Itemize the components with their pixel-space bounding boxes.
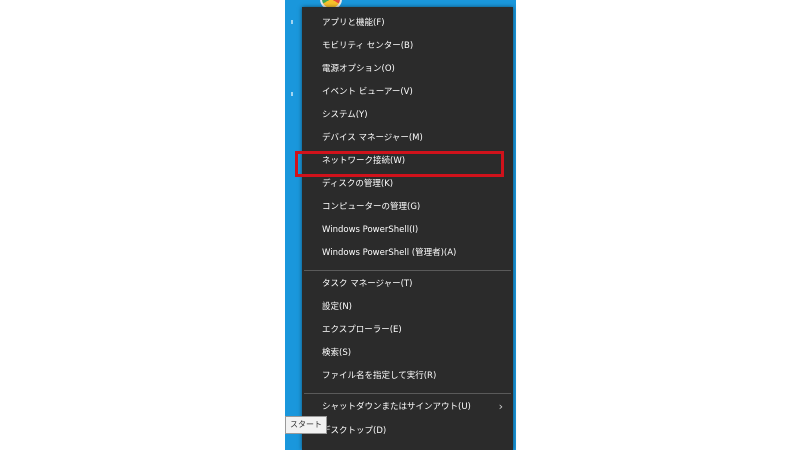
- menu-item-mobility-center[interactable]: モビリティ センター(B): [302, 35, 513, 57]
- menu-item-label: エクスプローラー(E): [322, 325, 402, 335]
- menu-item-label: ディスクの管理(K): [322, 179, 394, 189]
- menu-item-label: Windows PowerShell(I): [322, 225, 419, 235]
- menu-item-label: 検索(S): [322, 348, 352, 358]
- menu-item-device-manager[interactable]: デバイス マネージャー(M): [302, 127, 513, 149]
- menu-item-task-manager[interactable]: タスク マネージャー(T): [302, 273, 513, 295]
- menu-item-label: アプリと機能(F): [322, 18, 385, 28]
- menu-item-label: モビリティ センター(B): [322, 41, 414, 51]
- menu-item-label: タスク マネージャー(T): [322, 279, 413, 289]
- menu-item-shutdown-signout[interactable]: シャットダウンまたはサインアウト(U) ›: [302, 396, 513, 418]
- menu-item-label: シャットダウンまたはサインアウト(U): [322, 402, 471, 412]
- menu-separator: [304, 393, 511, 394]
- menu-item-apps-features[interactable]: アプリと機能(F): [302, 12, 513, 34]
- menu-item-event-viewer[interactable]: イベント ビューアー(V): [302, 81, 513, 103]
- menu-item-label: 電源オプション(O): [322, 64, 395, 74]
- menu-item-disk-management[interactable]: ディスクの管理(K): [302, 173, 513, 195]
- menu-item-explorer[interactable]: エクスプローラー(E): [302, 319, 513, 341]
- menu-item-network-connections[interactable]: ネットワーク接続(W): [302, 150, 513, 172]
- menu-item-powershell-admin[interactable]: Windows PowerShell (管理者)(A): [302, 242, 513, 264]
- desktop-icon-fragment: [291, 20, 293, 24]
- menu-item-search[interactable]: 検索(S): [302, 342, 513, 364]
- menu-item-desktop[interactable]: デスクトップ(D): [302, 420, 513, 442]
- menu-item-label: システム(Y): [322, 110, 368, 120]
- start-tooltip: スタート: [285, 416, 327, 434]
- menu-item-settings[interactable]: 設定(N): [302, 296, 513, 318]
- winx-context-menu: アプリと機能(F) モビリティ センター(B) 電源オプション(O) イベント …: [302, 7, 513, 450]
- menu-item-label: デバイス マネージャー(M): [322, 133, 423, 143]
- menu-item-computer-management[interactable]: コンピューターの管理(G): [302, 196, 513, 218]
- menu-separator: [304, 270, 511, 271]
- menu-item-power-options[interactable]: 電源オプション(O): [302, 58, 513, 80]
- menu-item-label: コンピューターの管理(G): [322, 202, 421, 212]
- menu-item-run[interactable]: ファイル名を指定して実行(R): [302, 365, 513, 387]
- menu-item-label: ファイル名を指定して実行(R): [322, 371, 437, 381]
- menu-item-system[interactable]: システム(Y): [302, 104, 513, 126]
- menu-item-powershell[interactable]: Windows PowerShell(I): [302, 219, 513, 241]
- menu-item-label: ネットワーク接続(W): [322, 156, 406, 166]
- chevron-right-icon: ›: [498, 400, 503, 413]
- desktop-icon-fragment: [291, 92, 293, 96]
- menu-item-label: 設定(N): [322, 302, 352, 312]
- menu-item-label: イベント ビューアー(V): [322, 87, 413, 97]
- menu-item-label: Windows PowerShell (管理者)(A): [322, 248, 457, 258]
- menu-item-label: デスクトップ(D): [322, 426, 387, 436]
